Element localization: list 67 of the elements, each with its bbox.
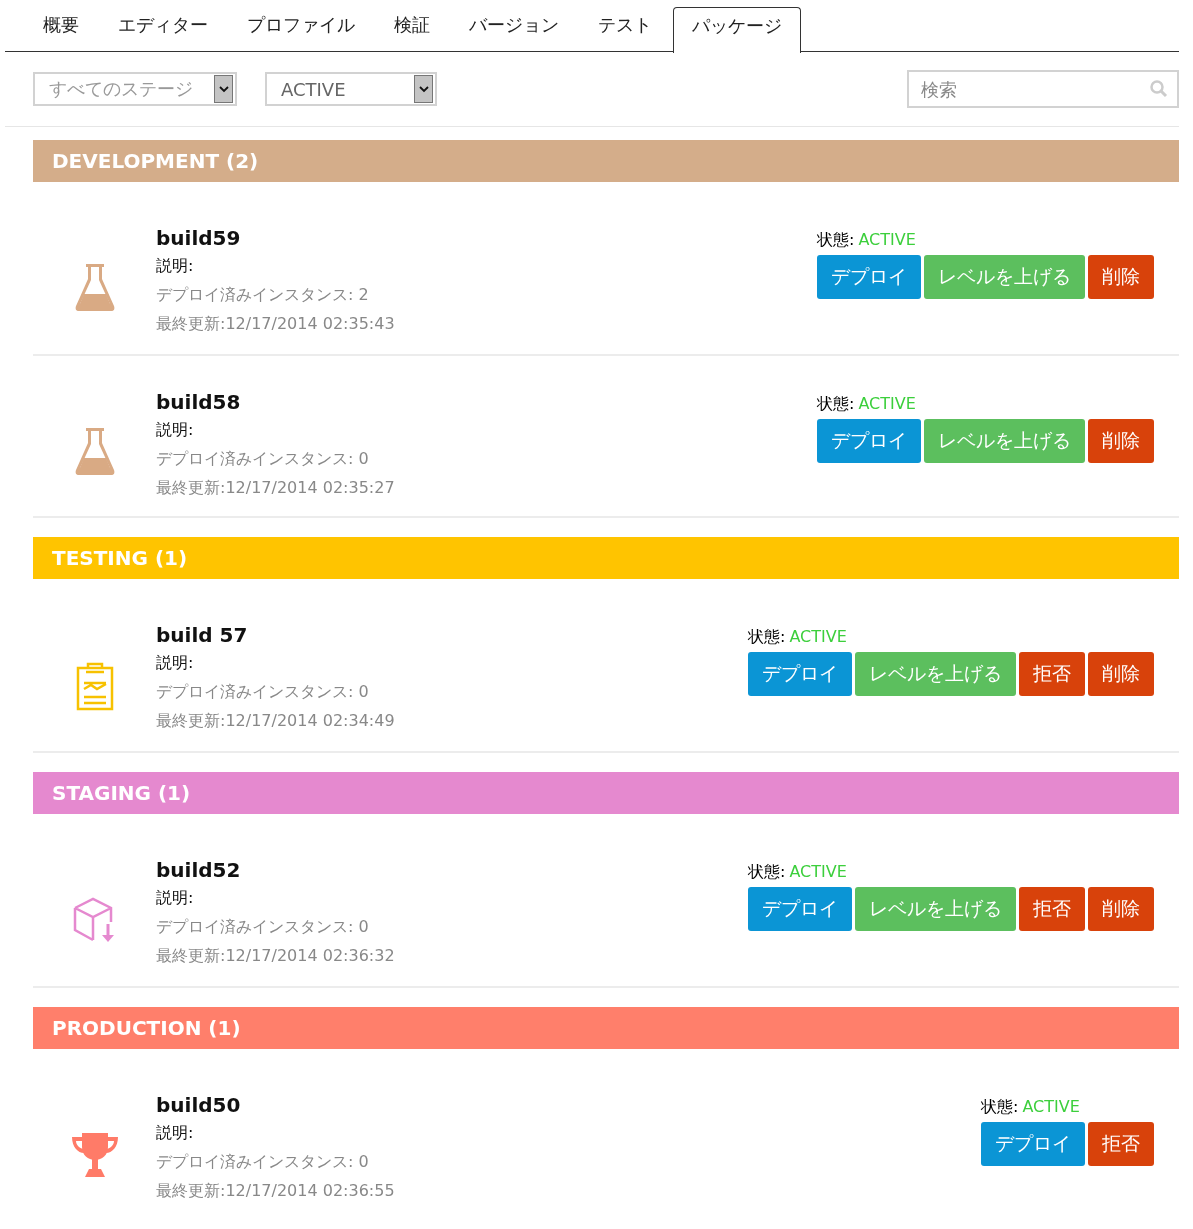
last-updated: 最終更新:12/17/2014 02:35:43 — [156, 314, 395, 335]
description-label: 説明: — [156, 256, 194, 277]
caret-icon — [414, 75, 433, 103]
trophy-icon — [69, 1131, 120, 1179]
status-label: 状態: — [748, 862, 786, 883]
dropdown[interactable]: ACTIVE — [265, 72, 437, 106]
deploy-button[interactable]: デプロイ — [748, 652, 852, 696]
promote-button[interactable]: レベルを上げる — [855, 887, 1016, 931]
promote-button[interactable]: レベルを上げる — [924, 255, 1085, 299]
deploy-button[interactable]: デプロイ — [817, 419, 921, 463]
status-label: 状態: — [748, 627, 786, 648]
tab[interactable]: 概要 — [25, 7, 97, 51]
tab[interactable]: プロファイル — [229, 7, 373, 51]
description-label: 説明: — [156, 1123, 194, 1144]
section-header: PRODUCTION (1) — [33, 1007, 1179, 1049]
promote-button[interactable]: レベルを上げる — [855, 652, 1016, 696]
build-name: build52 — [156, 858, 241, 882]
caret-icon — [214, 75, 233, 103]
section-header: TESTING (1) — [33, 537, 1179, 579]
status-label: 状態: — [981, 1097, 1019, 1118]
delete-button[interactable]: 削除 — [1088, 255, 1154, 299]
search-icon — [1149, 79, 1169, 99]
last-updated: 最終更新:12/17/2014 02:36:55 — [156, 1181, 395, 1202]
section-header: DEVELOPMENT (2) — [33, 140, 1179, 182]
flask-icon — [74, 264, 115, 312]
status-value: ACTIVE — [1022, 1097, 1080, 1118]
delete-button[interactable]: 削除 — [1088, 419, 1154, 463]
deploy-button[interactable]: デプロイ — [817, 255, 921, 299]
instance-count: デプロイ済みインスタンス: 0 — [156, 1152, 369, 1173]
tab[interactable]: テスト — [580, 7, 670, 51]
deploy-button[interactable]: デプロイ — [981, 1122, 1085, 1166]
dropdown[interactable]: すべてのステージ — [33, 72, 237, 106]
status-label: 状態: — [817, 394, 855, 415]
promote-button[interactable]: レベルを上げる — [924, 419, 1085, 463]
last-updated: 最終更新:12/17/2014 02:36:32 — [156, 946, 395, 967]
reject-button[interactable]: 拒否 — [1088, 1122, 1154, 1166]
description-label: 説明: — [156, 653, 194, 674]
delete-button[interactable]: 削除 — [1088, 652, 1154, 696]
status-label: 状態: — [817, 230, 855, 251]
reject-button[interactable]: 拒否 — [1019, 652, 1085, 696]
section-header: STAGING (1) — [33, 772, 1179, 814]
delete-button[interactable]: 削除 — [1088, 887, 1154, 931]
tab[interactable]: バージョン — [451, 7, 577, 51]
last-updated: 最終更新:12/17/2014 02:35:27 — [156, 478, 395, 499]
status-value: ACTIVE — [789, 627, 847, 648]
instance-count: デプロイ済みインスタンス: 0 — [156, 682, 369, 703]
description-label: 説明: — [156, 420, 194, 441]
last-updated: 最終更新:12/17/2014 02:34:49 — [156, 711, 395, 732]
reject-button[interactable]: 拒否 — [1019, 887, 1085, 931]
description-label: 説明: — [156, 888, 194, 909]
tab[interactable]: エディター — [100, 7, 226, 51]
instance-count: デプロイ済みインスタンス: 0 — [156, 917, 369, 938]
status-value: ACTIVE — [858, 230, 916, 251]
search-field[interactable]: 検索 — [907, 70, 1179, 108]
status-value: ACTIVE — [789, 862, 847, 883]
instance-count: デプロイ済みインスタンス: 2 — [156, 285, 369, 306]
status-value: ACTIVE — [858, 394, 916, 415]
flask-icon — [74, 428, 115, 476]
build-name: build50 — [156, 1093, 241, 1117]
instance-count: デプロイ済みインスタンス: 0 — [156, 449, 369, 470]
build-name: build59 — [156, 226, 241, 250]
deploy-button[interactable]: デプロイ — [748, 887, 852, 931]
tab[interactable]: 検証 — [376, 7, 448, 51]
build-name: build58 — [156, 390, 241, 414]
clipboard-icon — [74, 661, 115, 711]
tab[interactable]: パッケージ — [673, 7, 801, 53]
build-name: build 57 — [156, 623, 248, 647]
